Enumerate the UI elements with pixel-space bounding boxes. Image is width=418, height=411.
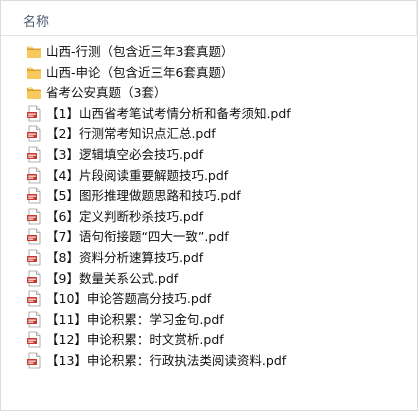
pdf-file-icon [26,249,42,266]
item-name: 【2】行测常考知识点汇总.pdf [46,126,216,142]
file-row[interactable]: 【10】申论答题高分技巧.pdf [1,288,417,309]
column-header: 名称 [1,1,417,36]
file-row[interactable]: 【3】逻辑填空必会技巧.pdf [1,144,417,165]
item-name: 山西-行测（包含近三年3套真题） [46,44,234,59]
item-name: 山西-申论（包含近三年6套真题） [46,64,234,80]
item-name: 【5】图形推理做题思路和技巧.pdf [46,188,241,204]
item-name: 省考公安真题（3套） [46,85,167,101]
file-row[interactable]: 【11】申论积累：学习金句.pdf [1,309,417,330]
file-row[interactable]: 【12】申论积累：时文赏析.pdf [1,329,417,350]
file-row[interactable]: 【9】数量关系公式.pdf [1,268,417,289]
item-name: 【11】申论积累：学习金句.pdf [46,311,224,327]
file-row[interactable]: 【13】申论积累：行政执法类阅读资料.pdf [1,350,417,371]
pdf-file-icon [26,146,42,163]
pdf-file-icon [26,125,42,142]
pdf-file-icon [26,311,42,328]
item-name: 【9】数量关系公式.pdf [46,270,179,286]
folder-row[interactable]: 山西-申论（包含近三年6套真题） [1,62,417,83]
item-name: 【10】申论答题高分技巧.pdf [46,291,212,307]
pdf-file-icon [26,331,42,348]
pdf-file-icon [26,270,42,287]
folder-icon [26,84,42,101]
folder-row[interactable]: 山西-行测（包含近三年3套真题） [1,41,417,62]
file-row[interactable]: 【2】行测常考知识点汇总.pdf [1,123,417,144]
file-row[interactable]: 【8】资料分析速算技巧.pdf [1,247,417,268]
pdf-file-icon [26,187,42,204]
item-name: 【6】定义判断秒杀技巧.pdf [46,208,204,224]
item-name: 【1】山西省考笔试考情分析和备考须知.pdf [46,105,291,121]
file-row[interactable]: 【4】片段阅读重要解题技巧.pdf [1,165,417,186]
file-explorer-pane: 名称 山西-行测（包含近三年3套真题） 山西-申论（包含近三年6套真题） 省考公… [0,0,418,411]
column-divider [416,1,417,35]
pdf-file-icon [26,105,42,122]
item-name: 【13】申论积累：行政执法类阅读资料.pdf [46,353,287,368]
folder-icon [26,64,42,81]
item-name: 【4】片段阅读重要解题技巧.pdf [46,167,229,183]
item-name: 【8】资料分析速算技巧.pdf [46,250,204,265]
item-name: 【3】逻辑填空必会技巧.pdf [46,147,204,162]
file-row[interactable]: 【5】图形推理做题思路和技巧.pdf [1,185,417,206]
pdf-file-icon [26,352,42,369]
file-row[interactable]: 【1】山西省考笔试考情分析和备考须知.pdf [1,103,417,124]
pdf-file-icon [26,167,42,184]
folder-icon [26,43,42,60]
item-name: 【12】申论积累：时文赏析.pdf [46,332,224,348]
file-row[interactable]: 【6】定义判断秒杀技巧.pdf [1,206,417,227]
file-row[interactable]: 【7】语句衔接题“四大一致”.pdf [1,226,417,247]
pdf-file-icon [26,208,42,225]
pdf-file-icon [26,228,42,245]
folder-row[interactable]: 省考公安真题（3套） [1,82,417,103]
item-name: 【7】语句衔接题“四大一致”.pdf [46,229,229,245]
name-column-header[interactable]: 名称 [23,11,49,30]
pdf-file-icon [26,290,42,307]
